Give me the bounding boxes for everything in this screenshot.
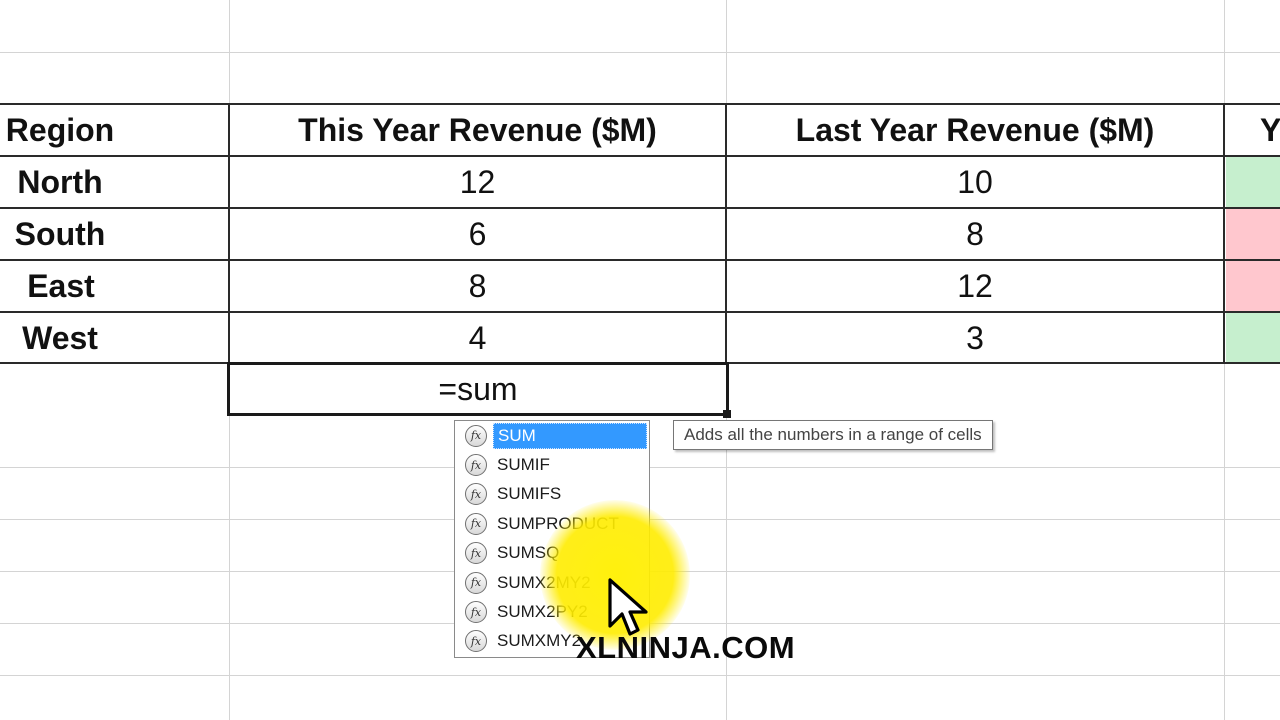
autocomplete-item-label: SUMIF [497, 455, 550, 475]
header-last-year-revenue[interactable]: Last Year Revenue ($M) [727, 105, 1223, 155]
header-partial[interactable]: Y [1260, 105, 1280, 155]
formula-text: =sum [438, 370, 518, 407]
cell-this-year-north[interactable]: 12 [230, 157, 725, 207]
cell-region-south[interactable]: South [0, 209, 120, 259]
cell-this-year-east[interactable]: 8 [230, 261, 725, 311]
cell-this-year-south[interactable]: 6 [230, 209, 725, 259]
cell-last-year-west[interactable]: 3 [727, 313, 1223, 363]
autocomplete-item-sumproduct[interactable]: fx SUMPRODUCT [455, 509, 649, 538]
function-tooltip: Adds all the numbers in a range of cells [673, 420, 993, 450]
cell-region-north[interactable]: North [0, 157, 120, 207]
status-cell-south[interactable] [1226, 209, 1280, 259]
function-fx-icon: fx [465, 630, 487, 653]
header-this-year-revenue[interactable]: This Year Revenue ($M) [230, 105, 725, 155]
autocomplete-item-sum[interactable]: fx SUM [455, 421, 649, 450]
cell-last-year-east[interactable]: 12 [727, 261, 1223, 311]
fill-handle[interactable] [723, 410, 731, 418]
cell-last-year-north[interactable]: 10 [727, 157, 1223, 207]
active-cell-formula[interactable]: =sum [227, 362, 729, 416]
function-fx-icon: fx [465, 601, 487, 624]
cell-this-year-west[interactable]: 4 [230, 313, 725, 363]
status-cell-west[interactable] [1226, 313, 1280, 363]
function-fx-icon: fx [465, 454, 487, 477]
watermark-text: XLNINJA.COM [576, 630, 796, 665]
function-fx-icon: fx [465, 424, 487, 447]
function-fx-icon: fx [465, 542, 487, 565]
autocomplete-item-label: SUM [493, 422, 647, 449]
function-fx-icon: fx [465, 571, 487, 594]
cell-last-year-south[interactable]: 8 [727, 209, 1223, 259]
autocomplete-item-label: SUMPRODUCT [497, 513, 619, 533]
autocomplete-item-sumsq[interactable]: fx SUMSQ [455, 539, 649, 568]
status-cell-east[interactable] [1226, 261, 1280, 311]
function-fx-icon: fx [465, 483, 487, 506]
autocomplete-item-label: SUMSQ [497, 543, 560, 563]
function-fx-icon: fx [465, 512, 487, 535]
cell-region-west[interactable]: West [0, 313, 120, 363]
status-cell-north[interactable] [1226, 157, 1280, 207]
autocomplete-item-sumifs[interactable]: fx SUMIFS [455, 480, 649, 509]
autocomplete-item-sumif[interactable]: fx SUMIF [455, 450, 649, 479]
cell-region-east[interactable]: East [0, 261, 122, 311]
header-region[interactable]: Region [0, 105, 120, 155]
autocomplete-item-label: SUMIFS [497, 484, 562, 504]
